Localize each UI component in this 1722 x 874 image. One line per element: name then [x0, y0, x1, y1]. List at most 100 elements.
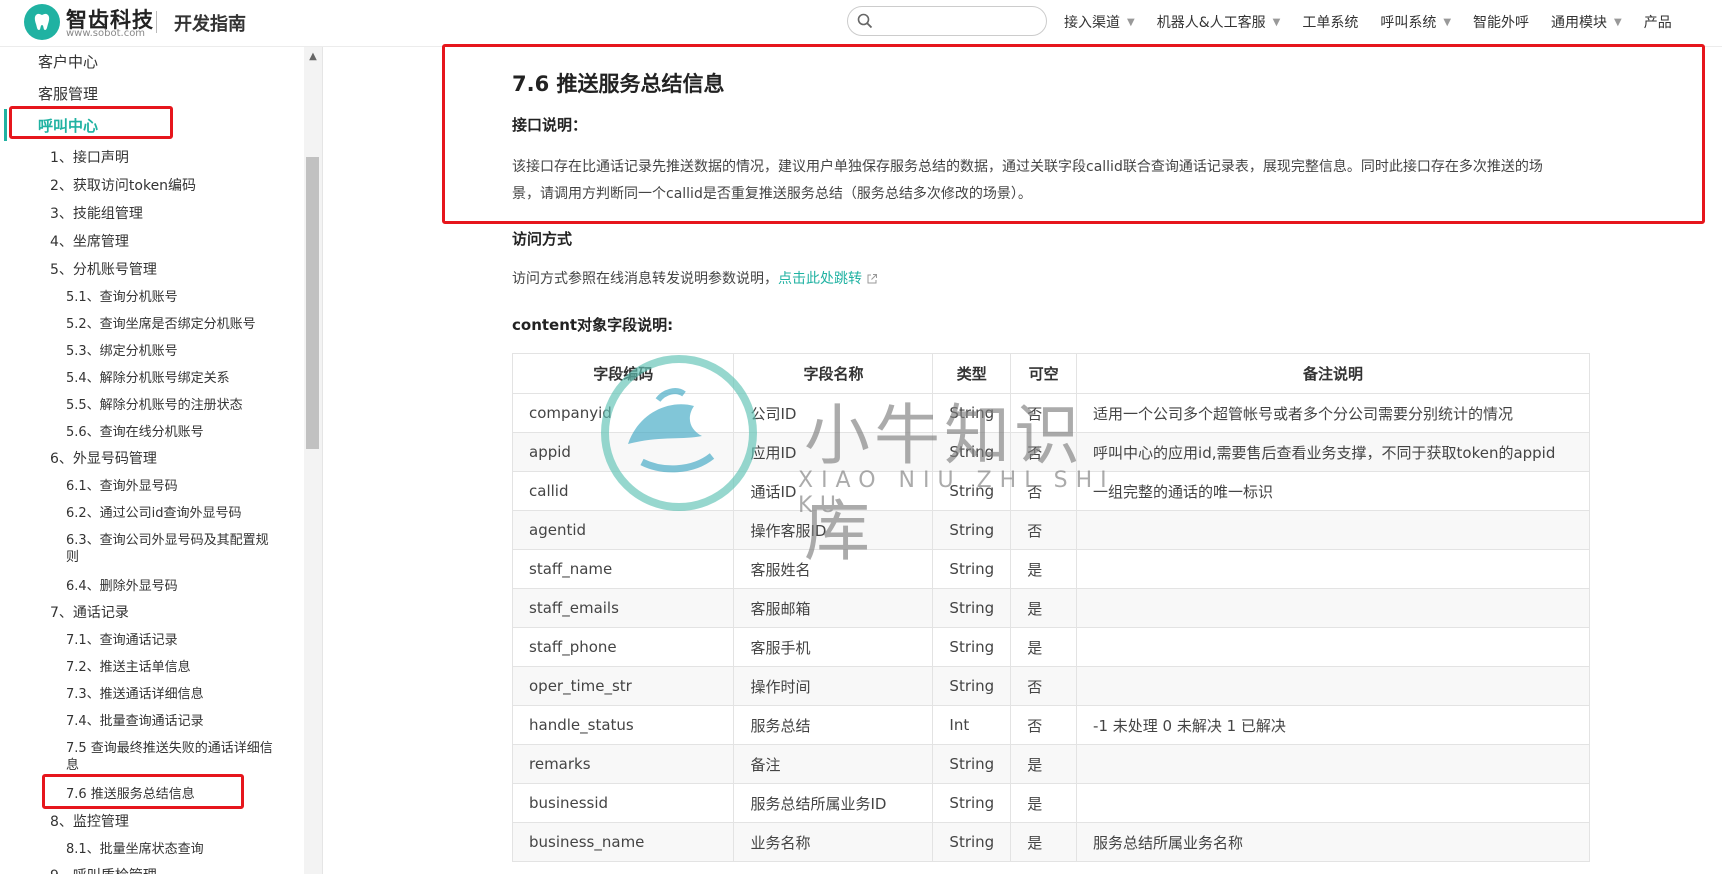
sidebar-item-5-6[interactable]: 5.6、查询在线分机账号: [66, 421, 204, 440]
sidebar-item-7-1[interactable]: 7.1、查询通话记录: [66, 629, 178, 648]
table-row: appid 应用ID String 否呼叫中心的应用id,需要售后查看业务支撑，不同于…: [511, 432, 1590, 472]
page-title: 7.6 推送服务总结信息: [512, 72, 725, 96]
sidebar-item-8-1[interactable]: 8.1、批量坐席状态查询: [66, 838, 204, 857]
highlight-box-selected-item: [42, 774, 244, 809]
sidebar-item-6-1[interactable]: 6.1、查询外显号码: [66, 475, 178, 494]
cell-nullable: 是: [1010, 744, 1078, 784]
sidebar-item-8[interactable]: 8、监控管理: [50, 811, 129, 831]
search-box[interactable]: [847, 6, 1047, 36]
cell-field-code: oper_time_str: [511, 666, 735, 706]
cell-field-code: agentid: [511, 510, 735, 550]
interface-description: 该接口存在比通话记录先推送数据的情况，建议用户单独保存服务总结的数据，通过关联字…: [512, 154, 1690, 208]
cell-remarks: 服务总结所属业务名称: [1076, 822, 1590, 862]
sidebar-item-agent-management[interactable]: 客服管理: [38, 83, 98, 104]
nav-item-access-channel[interactable]: 接入渠道 ▼: [1064, 12, 1135, 32]
sidebar-item-6[interactable]: 6、外显号码管理: [50, 448, 157, 468]
cell-nullable: 否: [1010, 432, 1078, 472]
cell-remarks: 呼叫中心的应用id,需要售后查看业务支撑，不同于获取token的appid: [1076, 432, 1590, 472]
sidebar-item-5-2[interactable]: 5.2、查询坐席是否绑定分机账号: [66, 313, 256, 332]
cell-remarks: [1076, 627, 1590, 667]
nav-item-smart-outbound[interactable]: 智能外呼: [1473, 12, 1529, 32]
sidebar-item-5-5[interactable]: 5.5、解除分机账号的注册状态: [66, 394, 243, 413]
access-description: 访问方式参照在线消息转发说明参数说明，点击此处跳转: [512, 266, 1690, 293]
cell-nullable: 否: [1010, 705, 1078, 745]
nav-item-call-system[interactable]: 呼叫系统 ▼: [1380, 12, 1451, 32]
table-header-row: 字段编码 字段名称 类型 可空 备注说明: [511, 353, 1590, 394]
sidebar-item-2[interactable]: 2、获取访问token编码: [50, 175, 196, 195]
chevron-down-icon: ▼: [1127, 16, 1135, 28]
cell-field-code: staff_phone: [511, 627, 735, 667]
cell-field-name: 业务名称: [733, 822, 934, 862]
sidebar-item-7-2[interactable]: 7.2、推送主话单信息: [66, 656, 191, 675]
nav-label: 通用模块: [1551, 15, 1608, 31]
cell-type: String: [932, 783, 1012, 823]
sidebar-item-7-4[interactable]: 7.4、批量查询通话记录: [66, 710, 204, 729]
sidebar-item-9[interactable]: 9、呼叫质检管理: [50, 865, 157, 874]
table-row: agentid 操作客服ID String 否: [511, 510, 1590, 550]
header-divider: [156, 11, 157, 33]
cell-field-name: 操作客服ID: [733, 510, 934, 550]
search-input[interactable]: [878, 10, 1042, 34]
nav-label: 产品: [1643, 15, 1672, 31]
nav-label: 工单系统: [1302, 15, 1359, 31]
cell-remarks: [1076, 510, 1590, 550]
sidebar-item-7-3[interactable]: 7.3、推送通话详细信息: [66, 683, 204, 702]
cell-type: String: [932, 822, 1012, 862]
nav-item-product[interactable]: 产品: [1644, 12, 1672, 32]
access-text: 访问方式参照在线消息转发说明参数说明，: [512, 271, 778, 287]
cell-field-name: 客服邮箱: [733, 588, 934, 628]
cell-type: String: [932, 588, 1012, 628]
cell-field-name: 公司ID: [733, 393, 934, 433]
sidebar-item-7-5-cont[interactable]: 息: [66, 754, 79, 773]
chevron-down-icon: ▼: [1614, 16, 1622, 28]
top-header: 智齿科技 www.sobot.com 开发指南 接入渠道 ▼ 机器人&人工客服 ▼ …: [0, 0, 1722, 47]
search-icon: [857, 13, 873, 29]
highlight-box-call-center: [9, 106, 173, 139]
cell-field-name: 客服手机: [733, 627, 934, 667]
interface-description-line2: 景，请调用方判断同一个callid是否重复推送服务总结（服务总结多次修改的场景）…: [512, 186, 1032, 202]
cell-type: String: [932, 393, 1012, 433]
cell-remarks: [1076, 549, 1590, 589]
cell-field-name: 应用ID: [733, 432, 934, 472]
sidebar-item-4[interactable]: 4、坐席管理: [50, 231, 129, 251]
cell-type: String: [932, 627, 1012, 667]
sidebar-item-1[interactable]: 1、接口声明: [50, 147, 129, 167]
nav-item-common-modules[interactable]: 通用模块 ▼: [1551, 12, 1622, 32]
sidebar-item-5-1[interactable]: 5.1、查询分机账号: [66, 286, 178, 305]
sidebar-active-indicator: [4, 109, 7, 141]
cell-nullable: 否: [1010, 393, 1078, 433]
cell-type: String: [932, 666, 1012, 706]
sobot-logo-icon[interactable]: [24, 4, 60, 40]
table-row: businessid 服务总结所属业务ID String 是: [511, 783, 1590, 823]
sidebar-item-6-4[interactable]: 6.4、删除外显号码: [66, 575, 178, 594]
content-fields-table: 字段编码 字段名称 类型 可空 备注说明 companyid 公司ID String…: [511, 353, 1590, 862]
nav-label: 接入渠道: [1064, 15, 1120, 31]
sidebar-item-7[interactable]: 7、通话记录: [50, 602, 129, 622]
sidebar-item-5-4[interactable]: 5.4、解除分机账号绑定关系: [66, 367, 230, 386]
sidebar-item-6-2[interactable]: 6.2、通过公司id查询外显号码: [66, 502, 242, 521]
interface-heading: 接口说明：: [512, 116, 588, 134]
nav-item-robot-service[interactable]: 机器人&人工客服 ▼: [1157, 12, 1281, 32]
table-row: staff_name 客服姓名 String 是: [511, 549, 1590, 589]
cell-nullable: 否: [1010, 471, 1078, 511]
sidebar-item-5[interactable]: 5、分机账号管理: [50, 259, 157, 279]
sidebar-item-5-3[interactable]: 5.3、绑定分机账号: [66, 340, 178, 359]
scroll-up-arrow-icon[interactable]: ▲: [305, 51, 321, 63]
sidebar-item-customer-center[interactable]: 客户中心: [38, 51, 98, 72]
page-section-title[interactable]: 开发指南: [174, 10, 246, 36]
sidebar-item-7-5[interactable]: 7.5 查询最终推送失败的通话详细信: [66, 737, 273, 756]
cell-field-code: handle_status: [511, 705, 735, 745]
cell-field-name: 通话ID: [733, 471, 934, 511]
table-row: business_name 业务名称 String 是服务总结所属业务名称: [511, 822, 1590, 862]
jump-link[interactable]: 点击此处跳转: [778, 271, 862, 287]
sidebar-item-3[interactable]: 3、技能组管理: [50, 203, 143, 223]
cell-remarks: [1076, 783, 1590, 823]
cell-nullable: 是: [1010, 822, 1078, 862]
cell-remarks: [1076, 744, 1590, 784]
nav-item-ticket-system[interactable]: 工单系统: [1302, 12, 1358, 32]
sidebar-item-6-3[interactable]: 6.3、查询公司外显号码及其配置规: [66, 529, 269, 548]
table-row: callid 通话ID String 否一组完整的通话的唯一标识: [511, 471, 1590, 511]
sidebar-scroll-thumb[interactable]: [306, 157, 319, 449]
cell-remarks: [1076, 588, 1590, 628]
sidebar-item-6-3-cont[interactable]: 则: [66, 546, 79, 565]
